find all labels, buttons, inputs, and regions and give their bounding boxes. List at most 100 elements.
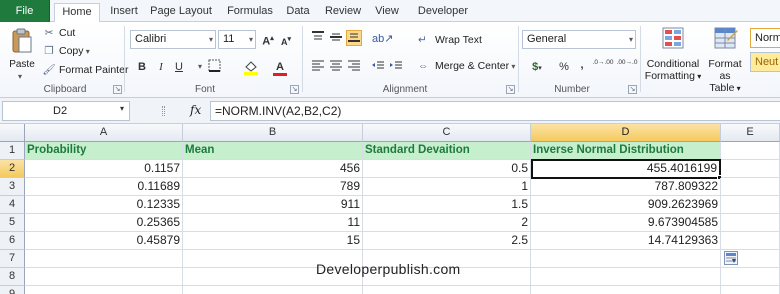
cell-e8[interactable] — [721, 268, 780, 286]
shrink-font-button[interactable]: A▾ — [278, 32, 294, 48]
column-header-b[interactable]: B — [183, 124, 363, 142]
percent-button[interactable]: % — [556, 59, 572, 75]
row-header-8[interactable]: 8 — [0, 268, 25, 286]
format-as-table-button[interactable]: Format as Table ▾ — [702, 26, 748, 95]
cell-a4[interactable]: 0.12335 — [25, 196, 183, 214]
grow-font-button[interactable]: A▴ — [260, 31, 276, 48]
select-all-button[interactable] — [0, 124, 25, 142]
cell-b5[interactable]: 11 — [183, 214, 363, 232]
paste-button[interactable]: Paste ▾ — [6, 26, 38, 82]
cell-d9[interactable] — [531, 286, 721, 294]
cell-a7[interactable] — [25, 250, 183, 268]
row-header-6[interactable]: 6 — [0, 232, 25, 250]
top-align-button[interactable] — [310, 31, 326, 47]
tab-developer[interactable]: Developer — [412, 3, 474, 22]
cell-b6[interactable]: 15 — [183, 232, 363, 250]
cell-e3[interactable] — [721, 178, 780, 196]
cell-b2[interactable]: 456 — [183, 160, 363, 178]
row-header-9[interactable]: 9 — [0, 286, 25, 294]
tab-formulas[interactable]: Formulas — [222, 3, 278, 22]
cell-c4[interactable]: 1.5 — [363, 196, 531, 214]
bottom-align-button[interactable] — [346, 30, 362, 46]
fill-color-button[interactable] — [243, 59, 259, 75]
number-format-select[interactable]: General ▾ — [522, 30, 636, 49]
tab-view[interactable]: View — [372, 3, 402, 22]
tab-home[interactable]: Home — [54, 3, 100, 23]
cell-a1[interactable]: Probability — [25, 142, 183, 160]
bold-button[interactable]: B — [134, 59, 150, 75]
align-left-button[interactable] — [310, 59, 326, 75]
cell-d7[interactable] — [531, 250, 721, 268]
cell-e1[interactable] — [721, 142, 780, 160]
cell-b1[interactable]: Mean — [183, 142, 363, 160]
cell-a9[interactable] — [25, 286, 183, 294]
cell-e4[interactable] — [721, 196, 780, 214]
cut-button[interactable]: ✂ Cut — [42, 25, 76, 42]
cell-d8[interactable] — [531, 268, 721, 286]
cell-d3[interactable]: 787.809322 — [531, 178, 721, 196]
cell-c2[interactable]: 0.5 — [363, 160, 531, 178]
quick-analysis-button[interactable] — [724, 251, 738, 265]
cell-b9[interactable] — [183, 286, 363, 294]
italic-button[interactable]: I — [153, 59, 169, 75]
cell-e5[interactable] — [721, 214, 780, 232]
column-header-e[interactable]: E — [721, 124, 780, 142]
row-header-1[interactable]: 1 — [0, 142, 25, 160]
cell-d4[interactable]: 909.2623969 — [531, 196, 721, 214]
font-launcher-icon[interactable]: ↘ — [290, 85, 299, 94]
clipboard-launcher-icon[interactable]: ↘ — [113, 85, 122, 94]
decrease-indent-button[interactable] — [370, 59, 386, 75]
cell-a2[interactable]: 0.1157 — [25, 160, 183, 178]
row-header-2[interactable]: 2 — [0, 160, 25, 178]
cell-d1[interactable]: Inverse Normal Distribution — [531, 142, 721, 160]
row-header-5[interactable]: 5 — [0, 214, 25, 232]
number-launcher-icon[interactable]: ↘ — [628, 85, 637, 94]
insert-function-icon[interactable]: fx — [190, 103, 201, 117]
cell-e2[interactable] — [721, 160, 780, 178]
orientation-button[interactable]: ab↗ — [372, 31, 393, 47]
row-header-3[interactable]: 3 — [0, 178, 25, 196]
column-header-d[interactable]: D — [531, 124, 721, 142]
align-center-button[interactable] — [328, 59, 344, 75]
font-color-button[interactable]: A — [272, 59, 288, 76]
cell-b3[interactable]: 789 — [183, 178, 363, 196]
alignment-launcher-icon[interactable]: ↘ — [506, 85, 515, 94]
name-box[interactable]: D2 — [2, 101, 130, 121]
comma-button[interactable]: , — [574, 57, 590, 73]
tab-data[interactable]: Data — [282, 3, 314, 22]
align-right-button[interactable] — [346, 59, 362, 75]
cell-c1[interactable]: Standard Devaition — [363, 142, 531, 160]
cell-d6[interactable]: 14.74129363 — [531, 232, 721, 250]
row-header-7[interactable]: 7 — [0, 250, 25, 268]
borders-button[interactable] — [206, 59, 222, 75]
style-normal[interactable]: Norm — [750, 28, 780, 48]
wrap-text-button[interactable]: ↵ Wrap Text — [418, 32, 482, 48]
cell-a6[interactable]: 0.45879 — [25, 232, 183, 250]
formula-bar-splitter[interactable] — [162, 106, 165, 116]
row-header-4[interactable]: 4 — [0, 196, 25, 214]
tab-file[interactable]: File — [0, 0, 50, 22]
tab-insert[interactable]: Insert — [104, 3, 144, 22]
cell-d5[interactable]: 9.673904585 — [531, 214, 721, 232]
cell-e6[interactable] — [721, 232, 780, 250]
increase-decimal-button[interactable]: .0→.00 — [592, 59, 614, 75]
formula-input[interactable]: =NORM.INV(A2,B2,C2) — [210, 101, 780, 121]
decrease-decimal-button[interactable]: .00→.0 — [616, 59, 638, 75]
cell-c3[interactable]: 1 — [363, 178, 531, 196]
merge-center-button[interactable]: ⇔ Merge & Center ▾ — [418, 58, 515, 74]
tab-review[interactable]: Review — [322, 3, 364, 22]
column-header-c[interactable]: C — [363, 124, 531, 142]
format-painter-button[interactable]: 🖌 Format Painter — [42, 62, 128, 79]
font-size-select[interactable]: 11 ▾ — [218, 30, 256, 49]
conditional-formatting-button[interactable]: Conditional Formatting ▾ — [644, 26, 702, 83]
cell-c5[interactable]: 2 — [363, 214, 531, 232]
style-neutral[interactable]: Neut — [750, 52, 780, 72]
cell-b4[interactable]: 911 — [183, 196, 363, 214]
increase-indent-button[interactable] — [388, 59, 404, 75]
font-name-select[interactable]: Calibri ▾ — [130, 30, 216, 49]
cell-a5[interactable]: 0.25365 — [25, 214, 183, 232]
tab-page-layout[interactable]: Page Layout — [150, 3, 212, 22]
cell-c9[interactable] — [363, 286, 531, 294]
chevron-down-icon[interactable]: ▾ — [120, 104, 124, 113]
underline-button[interactable]: U — [171, 59, 187, 75]
